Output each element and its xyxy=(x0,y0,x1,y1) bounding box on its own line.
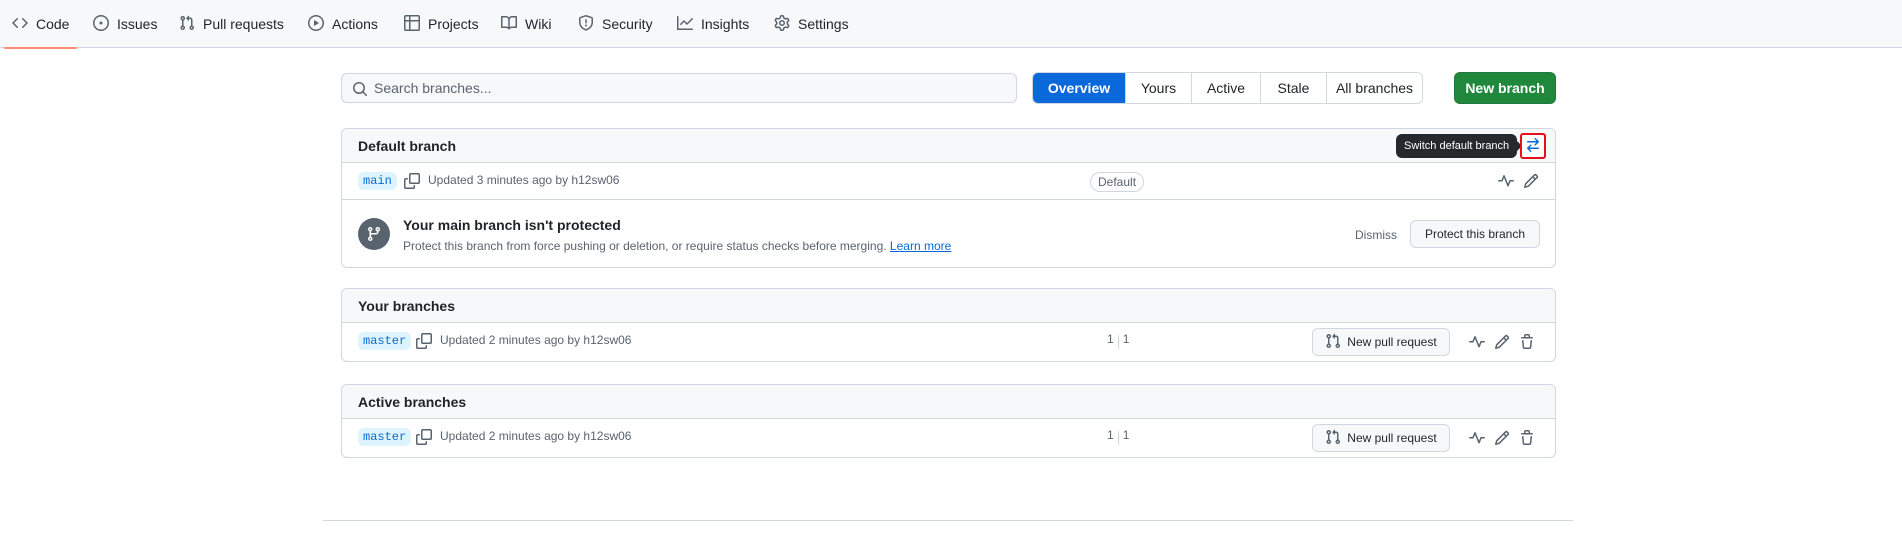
active-branches-header: Active branches xyxy=(342,385,1555,419)
filter-all-branches[interactable]: All branches xyxy=(1326,73,1422,103)
updated-text: Updated 2 minutes ago by h12sw06 xyxy=(440,429,632,443)
book-icon xyxy=(501,15,518,34)
tab-code-label: Code xyxy=(36,16,70,32)
tab-actions[interactable]: Actions xyxy=(308,0,378,48)
issue-icon xyxy=(93,14,109,34)
branch-name-link[interactable]: master xyxy=(358,332,412,350)
pencil-icon[interactable] xyxy=(1494,430,1510,446)
new-pull-request-button[interactable]: New pull request xyxy=(1312,328,1450,356)
default-branch-section: Default branch main Updated 3 minutes ag… xyxy=(341,128,1556,268)
updated-text: Updated 2 minutes ago by h12sw06 xyxy=(440,333,632,347)
new-pull-request-label: New pull request xyxy=(1347,335,1437,349)
tab-wiki[interactable]: Wiki xyxy=(501,0,551,48)
protection-title: Your main branch isn't protected xyxy=(403,217,621,233)
filter-yours[interactable]: Yours xyxy=(1125,73,1191,103)
pull-request-icon xyxy=(179,15,195,34)
section-title: Your branches xyxy=(358,297,455,314)
branch-name-link[interactable]: main xyxy=(358,172,397,190)
footer-divider xyxy=(323,520,1573,521)
code-icon xyxy=(12,15,28,34)
your-branches-section: Your branches master Updated 2 minutes a… xyxy=(341,288,1556,362)
tab-pull-requests-label: Pull requests xyxy=(203,16,284,32)
copy-icon[interactable] xyxy=(416,429,432,445)
section-title: Default branch xyxy=(358,137,457,154)
tab-issues-label: Issues xyxy=(117,16,158,32)
active-branches-section: Active branches master Updated 2 minutes… xyxy=(341,384,1556,458)
tab-insights-label: Insights xyxy=(701,16,750,32)
switch-default-tooltip: Switch default branch xyxy=(1396,134,1523,158)
behind-count: 1 xyxy=(1107,332,1114,346)
switch-default-branch-button[interactable] xyxy=(1520,133,1546,159)
dismiss-button[interactable]: Dismiss xyxy=(1355,228,1397,242)
tab-security-label: Security xyxy=(602,16,653,32)
ahead-behind-count: 1 1 xyxy=(1107,428,1130,445)
tab-issues[interactable]: Issues xyxy=(93,0,157,48)
behind-count: 1 xyxy=(1107,428,1114,442)
tab-wiki-label: Wiki xyxy=(525,16,552,32)
your-branches-header: Your branches xyxy=(342,289,1555,323)
pencil-icon[interactable] xyxy=(1523,173,1539,189)
tab-insights[interactable]: Insights xyxy=(677,0,749,48)
branch-row-master: master Updated 2 minutes ago by h12sw06 … xyxy=(342,323,1555,361)
section-title: Active branches xyxy=(358,393,467,410)
new-branch-button[interactable]: New branch xyxy=(1454,72,1556,104)
play-icon xyxy=(308,14,324,34)
git-branch-icon xyxy=(358,218,390,250)
branch-name-link[interactable]: master xyxy=(358,428,412,446)
default-badge: Default xyxy=(1090,172,1145,192)
shield-icon xyxy=(578,14,594,34)
table-icon xyxy=(404,14,420,34)
tab-code[interactable]: Code xyxy=(3,0,79,49)
default-branch-header: Default branch xyxy=(342,129,1555,163)
new-pull-request-button[interactable]: New pull request xyxy=(1312,424,1450,452)
filter-overview[interactable]: Overview xyxy=(1033,73,1125,103)
branch-row-main: main Updated 3 minutes ago by h12sw06 De… xyxy=(342,163,1555,199)
tab-actions-label: Actions xyxy=(332,16,378,32)
activity-icon[interactable] xyxy=(1469,430,1485,446)
tab-projects[interactable]: Projects xyxy=(404,0,479,48)
activity-icon[interactable] xyxy=(1469,334,1485,350)
branch-row-master: master Updated 2 minutes ago by h12sw06 … xyxy=(342,419,1555,457)
pull-request-icon xyxy=(1325,333,1341,352)
search-placeholder: Search branches... xyxy=(374,80,492,96)
tab-projects-label: Projects xyxy=(428,16,479,32)
branch-filter-tabs: Overview Yours Active Stale All branches xyxy=(1032,72,1423,104)
trash-icon[interactable] xyxy=(1519,430,1535,446)
filter-active[interactable]: Active xyxy=(1191,73,1260,103)
copy-icon[interactable] xyxy=(416,333,432,349)
graph-icon xyxy=(677,15,693,34)
protection-description: Protect this branch from force pushing o… xyxy=(403,239,951,253)
tab-security[interactable]: Security xyxy=(578,0,653,48)
tab-pull-requests[interactable]: Pull requests xyxy=(179,0,284,48)
search-input[interactable]: Search branches... xyxy=(341,73,1017,103)
protect-branch-button[interactable]: Protect this branch xyxy=(1410,220,1540,248)
ahead-count: 1 xyxy=(1122,332,1130,346)
learn-more-link[interactable]: Learn more xyxy=(890,239,951,253)
new-pull-request-label: New pull request xyxy=(1347,431,1437,445)
tab-settings[interactable]: Settings xyxy=(774,0,849,48)
pull-request-icon xyxy=(1325,429,1341,448)
trash-icon[interactable] xyxy=(1519,334,1535,350)
activity-icon[interactable] xyxy=(1498,173,1514,189)
arrow-switch-icon xyxy=(1525,137,1541,156)
updated-text: Updated 3 minutes ago by h12sw06 xyxy=(428,173,620,187)
ahead-count: 1 xyxy=(1122,428,1130,442)
filter-stale[interactable]: Stale xyxy=(1260,73,1326,103)
ahead-behind-count: 1 1 xyxy=(1107,332,1130,349)
protection-banner: Your main branch isn't protected Protect… xyxy=(342,199,1555,267)
ahead-behind-divider xyxy=(1117,335,1119,349)
tab-settings-label: Settings xyxy=(798,16,849,32)
gear-icon xyxy=(774,14,790,34)
protection-description-text: Protect this branch from force pushing o… xyxy=(403,239,887,253)
pencil-icon[interactable] xyxy=(1494,334,1510,350)
ahead-behind-divider xyxy=(1117,431,1119,445)
copy-icon[interactable] xyxy=(404,173,420,189)
repo-nav: Code Issues Pull requests Actions Projec… xyxy=(0,0,1902,49)
